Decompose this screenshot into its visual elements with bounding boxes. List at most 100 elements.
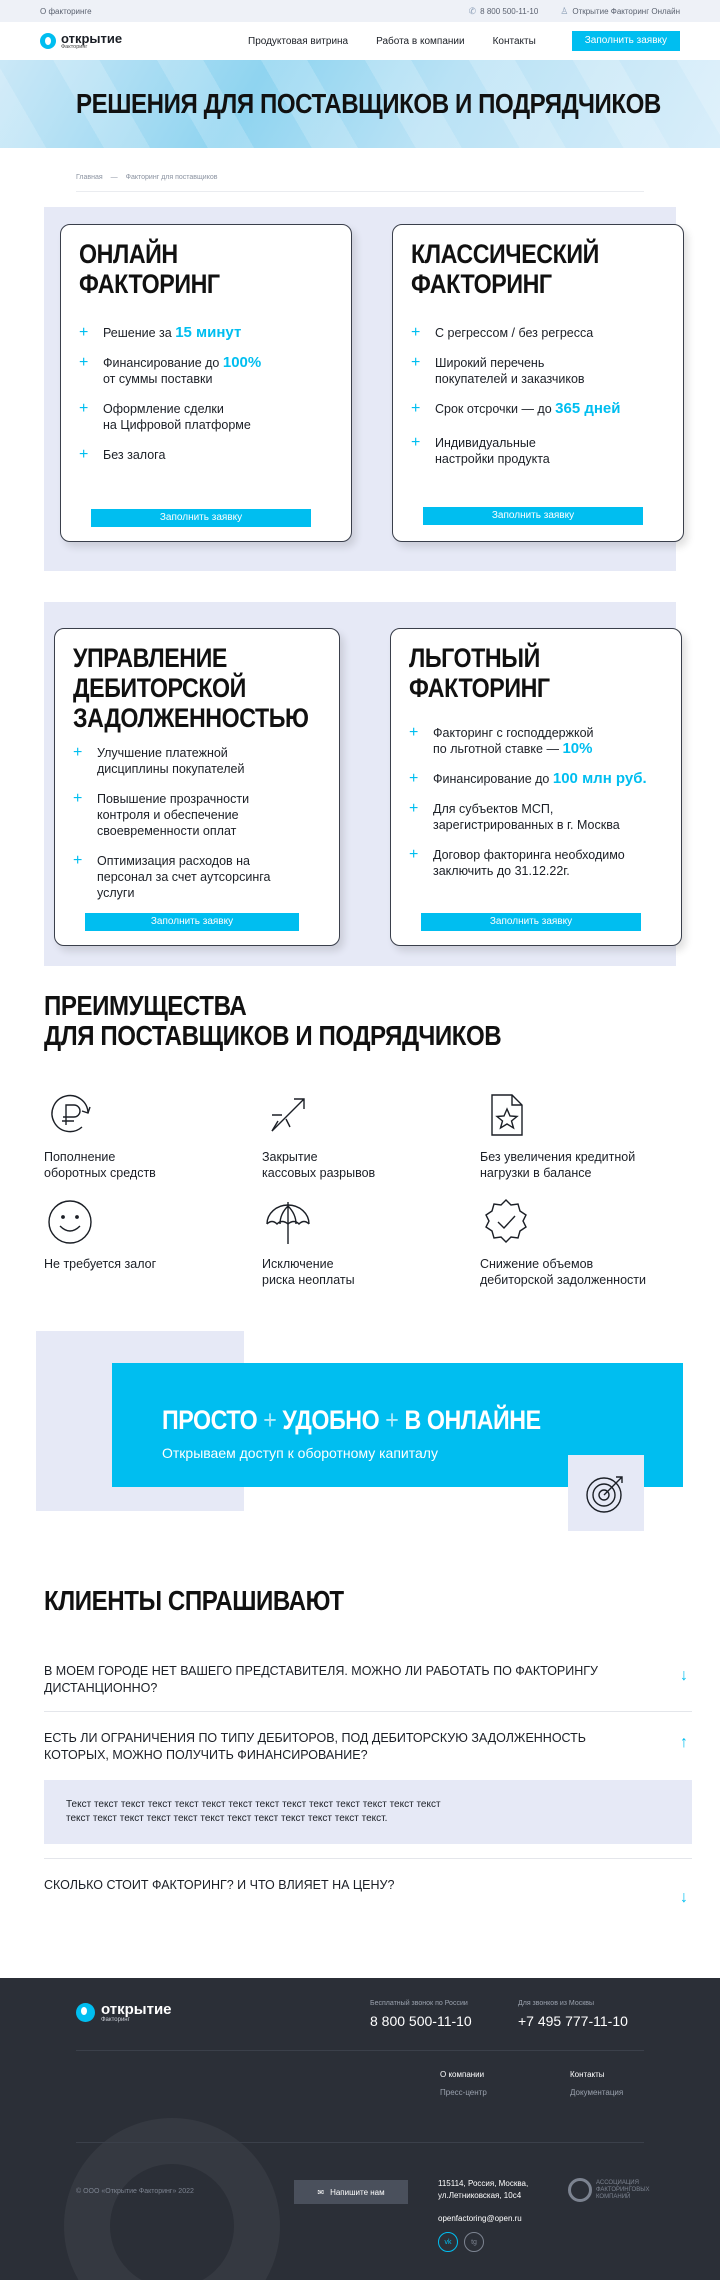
hero-banner: Решения для поставщиков и подрядчиков [0,60,720,148]
footer-email[interactable]: openfactoring@open.ru [438,2214,522,2223]
promo-subtitle: Открываем доступ к оборотному капиталу [162,1445,438,1461]
advantages-grid: Пополнение оборотных средств Закрытие касс… [44,1089,720,1291]
arrows-icon [262,1089,314,1141]
footer-link-docs[interactable]: Документация [570,2088,623,2097]
breadcrumb: Главная — Факторинг для поставщиков [76,174,644,192]
footer-address: 115114, Россия, Москва, ул.Летниковская, … [438,2179,529,2200]
promo-headline: Просто + удобно + в онлайне [162,1405,541,1435]
card-feature: + Срок отсрочки — до 365 дней [411,400,621,417]
telegram-icon[interactable]: tg [464,2232,484,2252]
card-feature: + Финансирование до 100 млн руб. [409,770,647,787]
faq-question: В моем городе нет вашего представителя. … [44,1664,598,1695]
plus-icon: + [79,324,89,341]
umbrella-icon [262,1196,314,1248]
topbar-phone-text: 8 800 500-11-10 [480,6,539,16]
smile-icon [44,1196,96,1248]
footer-divider [76,2050,644,2051]
header-apply-button[interactable]: Заполнить заявку [571,31,680,51]
plus-icon: + [411,400,421,417]
online-apply-button[interactable]: Заполнить заявку [91,509,311,527]
plus-icon: + [411,434,421,451]
moscow-call-phone[interactable]: +7 495 777-11-10 [518,2013,628,2029]
card-preferential-factoring: Льготный факторинг + Факторинг с господдер… [390,628,682,946]
footer-link-press[interactable]: Пресс-центр [440,2088,487,2097]
user-icon: ♙ [560,5,569,16]
advantages-title: Преимущества для поставщиков и подрядчико… [44,990,502,1051]
card-feature: + Широкий перечень покупателей и заказчико… [411,354,585,387]
association-mark-icon [568,2178,592,2202]
arrow-down-icon[interactable]: ↓ [680,1889,688,1907]
moscow-call-label: Для звонков из Москвы [518,2000,595,2007]
nav-products[interactable]: Продуктовая витрина [248,36,348,47]
footer-link-contacts[interactable]: Контакты [570,2070,605,2079]
card-feature: + Улучшение платежной дисциплины покупател… [73,744,245,777]
logo[interactable]: открытие Факторинг [40,32,210,51]
footer-link-about[interactable]: О компании [440,2070,484,2079]
advantage-text: Без увеличения кредитной нагрузки в балан… [480,1150,636,1180]
arrow-up-icon[interactable]: ↑ [680,1734,688,1752]
logo-name: открытие [61,30,123,46]
card-online-factoring: Онлайн факторинг + Решение за 15 минут + Фи… [60,224,352,542]
card-title: Классический факторинг [411,239,599,299]
plus-icon: + [409,724,419,741]
offers-block-2: Управление дебиторской задолженностью + Улу… [44,602,682,966]
plus-icon: + [79,354,89,371]
footer-logo[interactable]: открытие Факторинг [76,2002,172,2023]
promo-banner: Просто + удобно + в онлайне Открываем до… [0,1331,720,1547]
breadcrumb-separator: — [110,174,118,181]
nav-contacts[interactable]: Контакты [493,36,536,47]
advantage-item: Не требуется залог [44,1196,262,1291]
nav-careers[interactable]: Работа в компании [376,36,464,47]
topbar-online-text: Открытие Факторинг Онлайн [572,6,680,16]
about-factoring-link[interactable]: О факторинге [40,7,92,16]
faq-question: Сколько стоит факторинг? И что влияет на… [44,1878,395,1892]
advantage-text: Не требуется залог [44,1257,157,1271]
footer-logo-name: открытие [101,2001,172,2018]
advantage-item: Без увеличения кредитной нагрузки в балан… [480,1089,698,1184]
factoring-association-logo[interactable]: Ассоциация факторинговых компаний [568,2178,650,2202]
plus-icon: + [411,324,421,341]
faq-item[interactable]: Есть ли ограничения по типу дебиторов, п… [44,1712,692,1859]
faq-item[interactable]: Сколько стоит факторинг? И что влияет на… [44,1859,692,1908]
faq-answer: Текст текст текст текст текст текст текс… [44,1780,692,1844]
arrow-down-icon[interactable]: ↓ [680,1667,688,1685]
card-title: Льготный факторинг [409,643,550,703]
free-call-phone[interactable]: 8 800 500-11-10 [370,2013,472,2029]
vk-icon[interactable]: vk [438,2232,458,2252]
faq-list: В моем городе нет вашего представителя. … [44,1645,692,1908]
ruble-refresh-icon [44,1089,96,1141]
card-feature: + Договор факторинга необходимо заключить … [409,846,625,879]
logo-mark-icon [40,33,56,49]
advantage-text: Исключение риска неоплаты [262,1257,355,1287]
mail-icon: ✉ [317,2187,325,2197]
page-title: Решения для поставщиков и подрядчиков [76,88,661,119]
badge-check-icon [480,1196,532,1248]
card-receivables-management: Управление дебиторской задолженностью + Улу… [54,628,340,946]
breadcrumb-home[interactable]: Главная [76,174,103,181]
topbar-phone[interactable]: ✆ 8 800 500-11-10 [469,6,539,17]
footer-free-call: Бесплатный звонок по России 8 800 500-11… [370,2000,472,2029]
plus-icon: + [409,800,419,817]
card-title: Управление дебиторской задолженностью [73,643,309,733]
site-header: открытие Факторинг Продуктовая витрина Ра… [0,22,720,60]
site-footer: открытие Факторинг Бесплатный звонок по Р… [0,1978,720,2280]
advantage-text: Снижение объемов дебиторской задолженност… [480,1257,646,1287]
main-nav: Продуктовая витрина Работа в компании Ко… [248,36,572,47]
card-feature: + Решение за 15 минут [79,324,242,341]
topbar-online-link[interactable]: ♙ Открытие Факторинг Онлайн [560,6,680,17]
preferential-apply-button[interactable]: Заполнить заявку [421,913,641,931]
logo-mark-icon [76,2003,95,2022]
write-us-label: Напишите нам [330,2187,385,2197]
card-feature: + Для субъектов МСП, зарегистрированных в … [409,800,620,833]
advantage-item: Снижение объемов дебиторской задолженност… [480,1196,698,1291]
faq-item[interactable]: В моем городе нет вашего представителя. … [44,1645,692,1712]
card-feature: + Финансирование до 100% от суммы поставки [79,354,262,387]
classic-apply-button[interactable]: Заполнить заявку [423,507,643,525]
footer-divider [76,2142,644,2143]
receivables-apply-button[interactable]: Заполнить заявку [85,913,299,931]
phone-icon: ✆ [468,5,477,16]
advantage-item: Пополнение оборотных средств [44,1089,262,1184]
write-us-button[interactable]: ✉ Напишите нам [294,2180,408,2204]
card-feature: + Оптимизация расходов на персонал за счет… [73,852,271,901]
card-title: Онлайн факторинг [79,239,220,299]
